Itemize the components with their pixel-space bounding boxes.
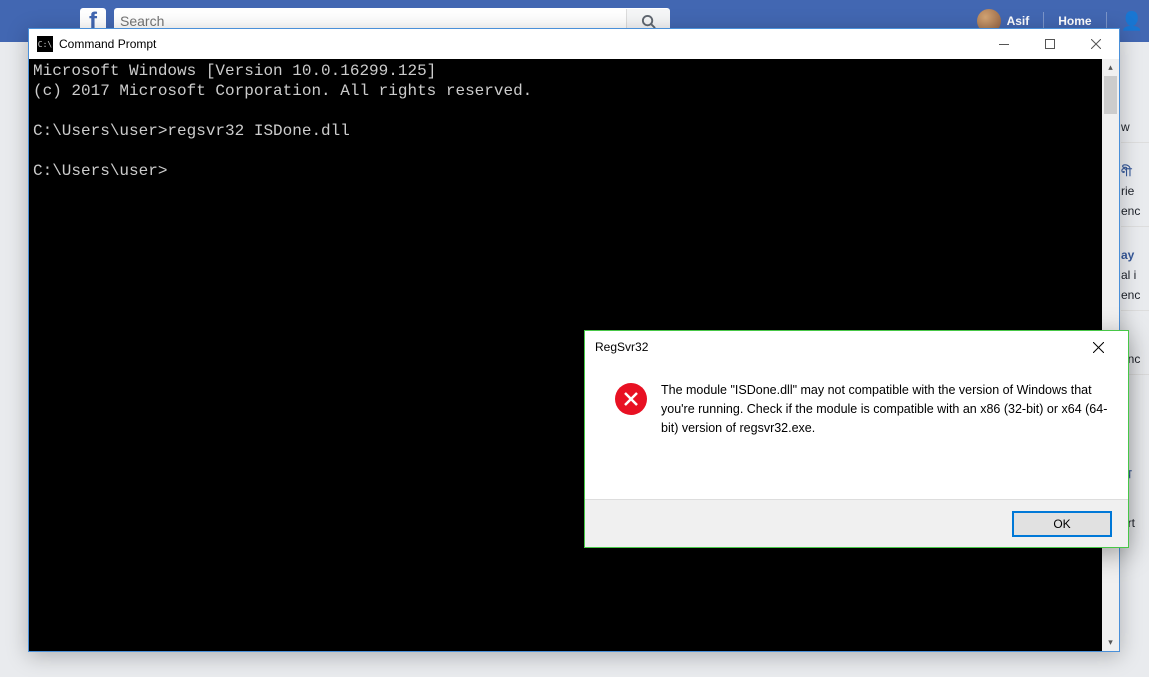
friends-icon[interactable]: 👤: [1121, 11, 1143, 32]
scroll-down-button[interactable]: ▾: [1102, 634, 1119, 651]
close-button[interactable]: [1073, 29, 1119, 59]
ok-label: OK: [1053, 517, 1070, 531]
minimize-button[interactable]: [981, 29, 1027, 59]
minimize-icon: [999, 44, 1009, 45]
dialog-title: RegSvr32: [595, 340, 648, 354]
close-icon: [1093, 342, 1104, 353]
close-icon: [1091, 39, 1101, 49]
search-icon: [641, 14, 656, 29]
scroll-thumb[interactable]: [1104, 76, 1117, 114]
home-link[interactable]: Home: [1058, 14, 1091, 28]
ok-button[interactable]: OK: [1012, 511, 1112, 537]
maximize-button[interactable]: [1027, 29, 1073, 59]
search-input[interactable]: [120, 13, 626, 29]
scroll-up-button[interactable]: ▴: [1102, 59, 1119, 76]
dialog-close-button[interactable]: [1078, 333, 1118, 361]
cmd-title: Command Prompt: [59, 37, 156, 51]
regsvr32-dialog: RegSvr32 The module "ISDone.dll" may not…: [584, 330, 1129, 548]
cmd-icon: C:\: [37, 36, 53, 52]
dialog-content: The module "ISDone.dll" may not compatib…: [585, 363, 1128, 499]
username-label: Asif: [1007, 14, 1030, 28]
dialog-message: The module "ISDone.dll" may not compatib…: [661, 381, 1108, 489]
error-icon: [615, 383, 647, 415]
maximize-icon: [1045, 39, 1055, 49]
dialog-footer: OK: [585, 499, 1128, 547]
dialog-titlebar[interactable]: RegSvr32: [585, 331, 1128, 363]
cmd-titlebar[interactable]: C:\ Command Prompt: [29, 29, 1119, 59]
